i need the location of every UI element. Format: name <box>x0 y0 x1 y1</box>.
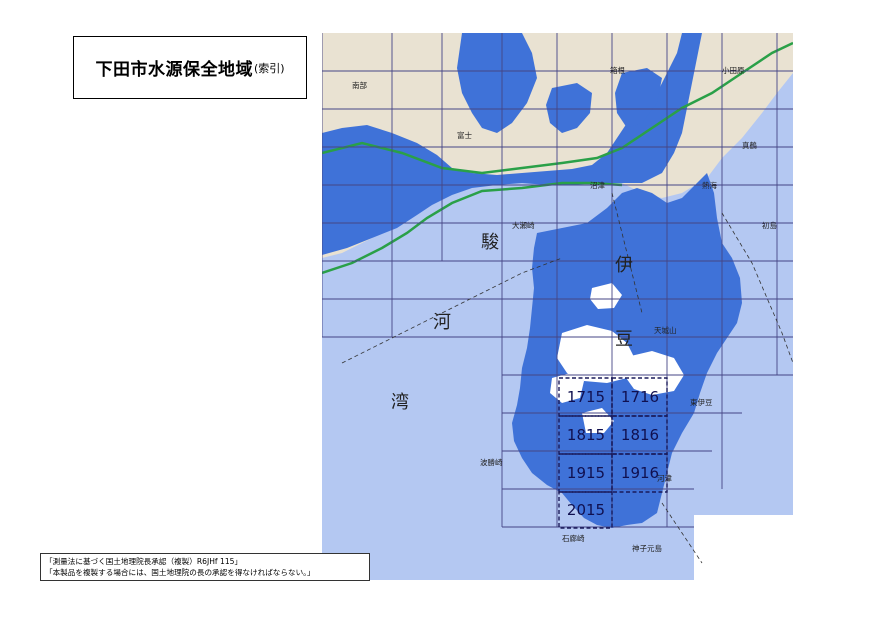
label-amagi: 天城山 <box>654 325 677 335</box>
map-title: 下田市水源保全地域 <box>95 60 253 80</box>
label-irozaki: 石廊崎 <box>562 533 585 543</box>
label-izu-2: 豆 <box>615 329 633 350</box>
label-suruga-2: 河 <box>433 312 451 333</box>
label-nanbu: 南部 <box>352 80 367 90</box>
label-hatenami: 波勝崎 <box>480 457 503 467</box>
sheet-label-1716[interactable]: 1716 <box>621 388 659 406</box>
label-suruga-3: 湾 <box>391 392 409 413</box>
label-suruga-1: 駿 <box>481 232 499 253</box>
label-hakone: 箱根 <box>610 65 625 75</box>
map-title-box: 下田市水源保全地域 (索引) <box>73 36 307 99</box>
label-mikomoto: 神子元島 <box>632 543 662 553</box>
label-numazu: 沼津 <box>590 181 605 190</box>
label-oseza: 大瀬崎 <box>512 220 535 230</box>
label-manazuru: 真鶴 <box>742 140 757 150</box>
label-kawazu: 河津 <box>657 474 672 483</box>
label-odawara: 小田原 <box>722 66 745 75</box>
label-fuji: 富士 <box>457 130 472 140</box>
label-izu-1: 伊 <box>615 255 633 276</box>
sheet-label-1915[interactable]: 1915 <box>567 464 605 482</box>
sheet-label-2015[interactable]: 2015 <box>567 501 605 519</box>
index-map[interactable]: 1715 1716 1815 1816 1915 1916 2015 駿 河 湾… <box>322 33 793 580</box>
label-hatsushima: 初島 <box>762 220 777 230</box>
sheet-label-1715[interactable]: 1715 <box>567 388 605 406</box>
sheet-label-1816[interactable]: 1816 <box>621 426 659 444</box>
label-higashiizu: 東伊豆 <box>690 397 713 407</box>
map-title-sub: (索引) <box>253 61 285 75</box>
survey-credit: 「測量法に基づく国土地理院長承認（複製）R6JHf 115」 「本製品を複製する… <box>40 553 370 581</box>
credit-line-1: 「測量法に基づく国土地理院長承認（複製）R6JHf 115」 <box>45 557 243 566</box>
label-atami: 熱海 <box>702 180 717 190</box>
sheet-label-1916[interactable]: 1916 <box>621 464 659 482</box>
credit-line-2: 「本製品を複製する場合には、国土地理院の長の承認を得なければならない。」 <box>45 568 315 577</box>
blank-corner <box>694 515 793 580</box>
sheet-label-1815[interactable]: 1815 <box>567 426 605 444</box>
